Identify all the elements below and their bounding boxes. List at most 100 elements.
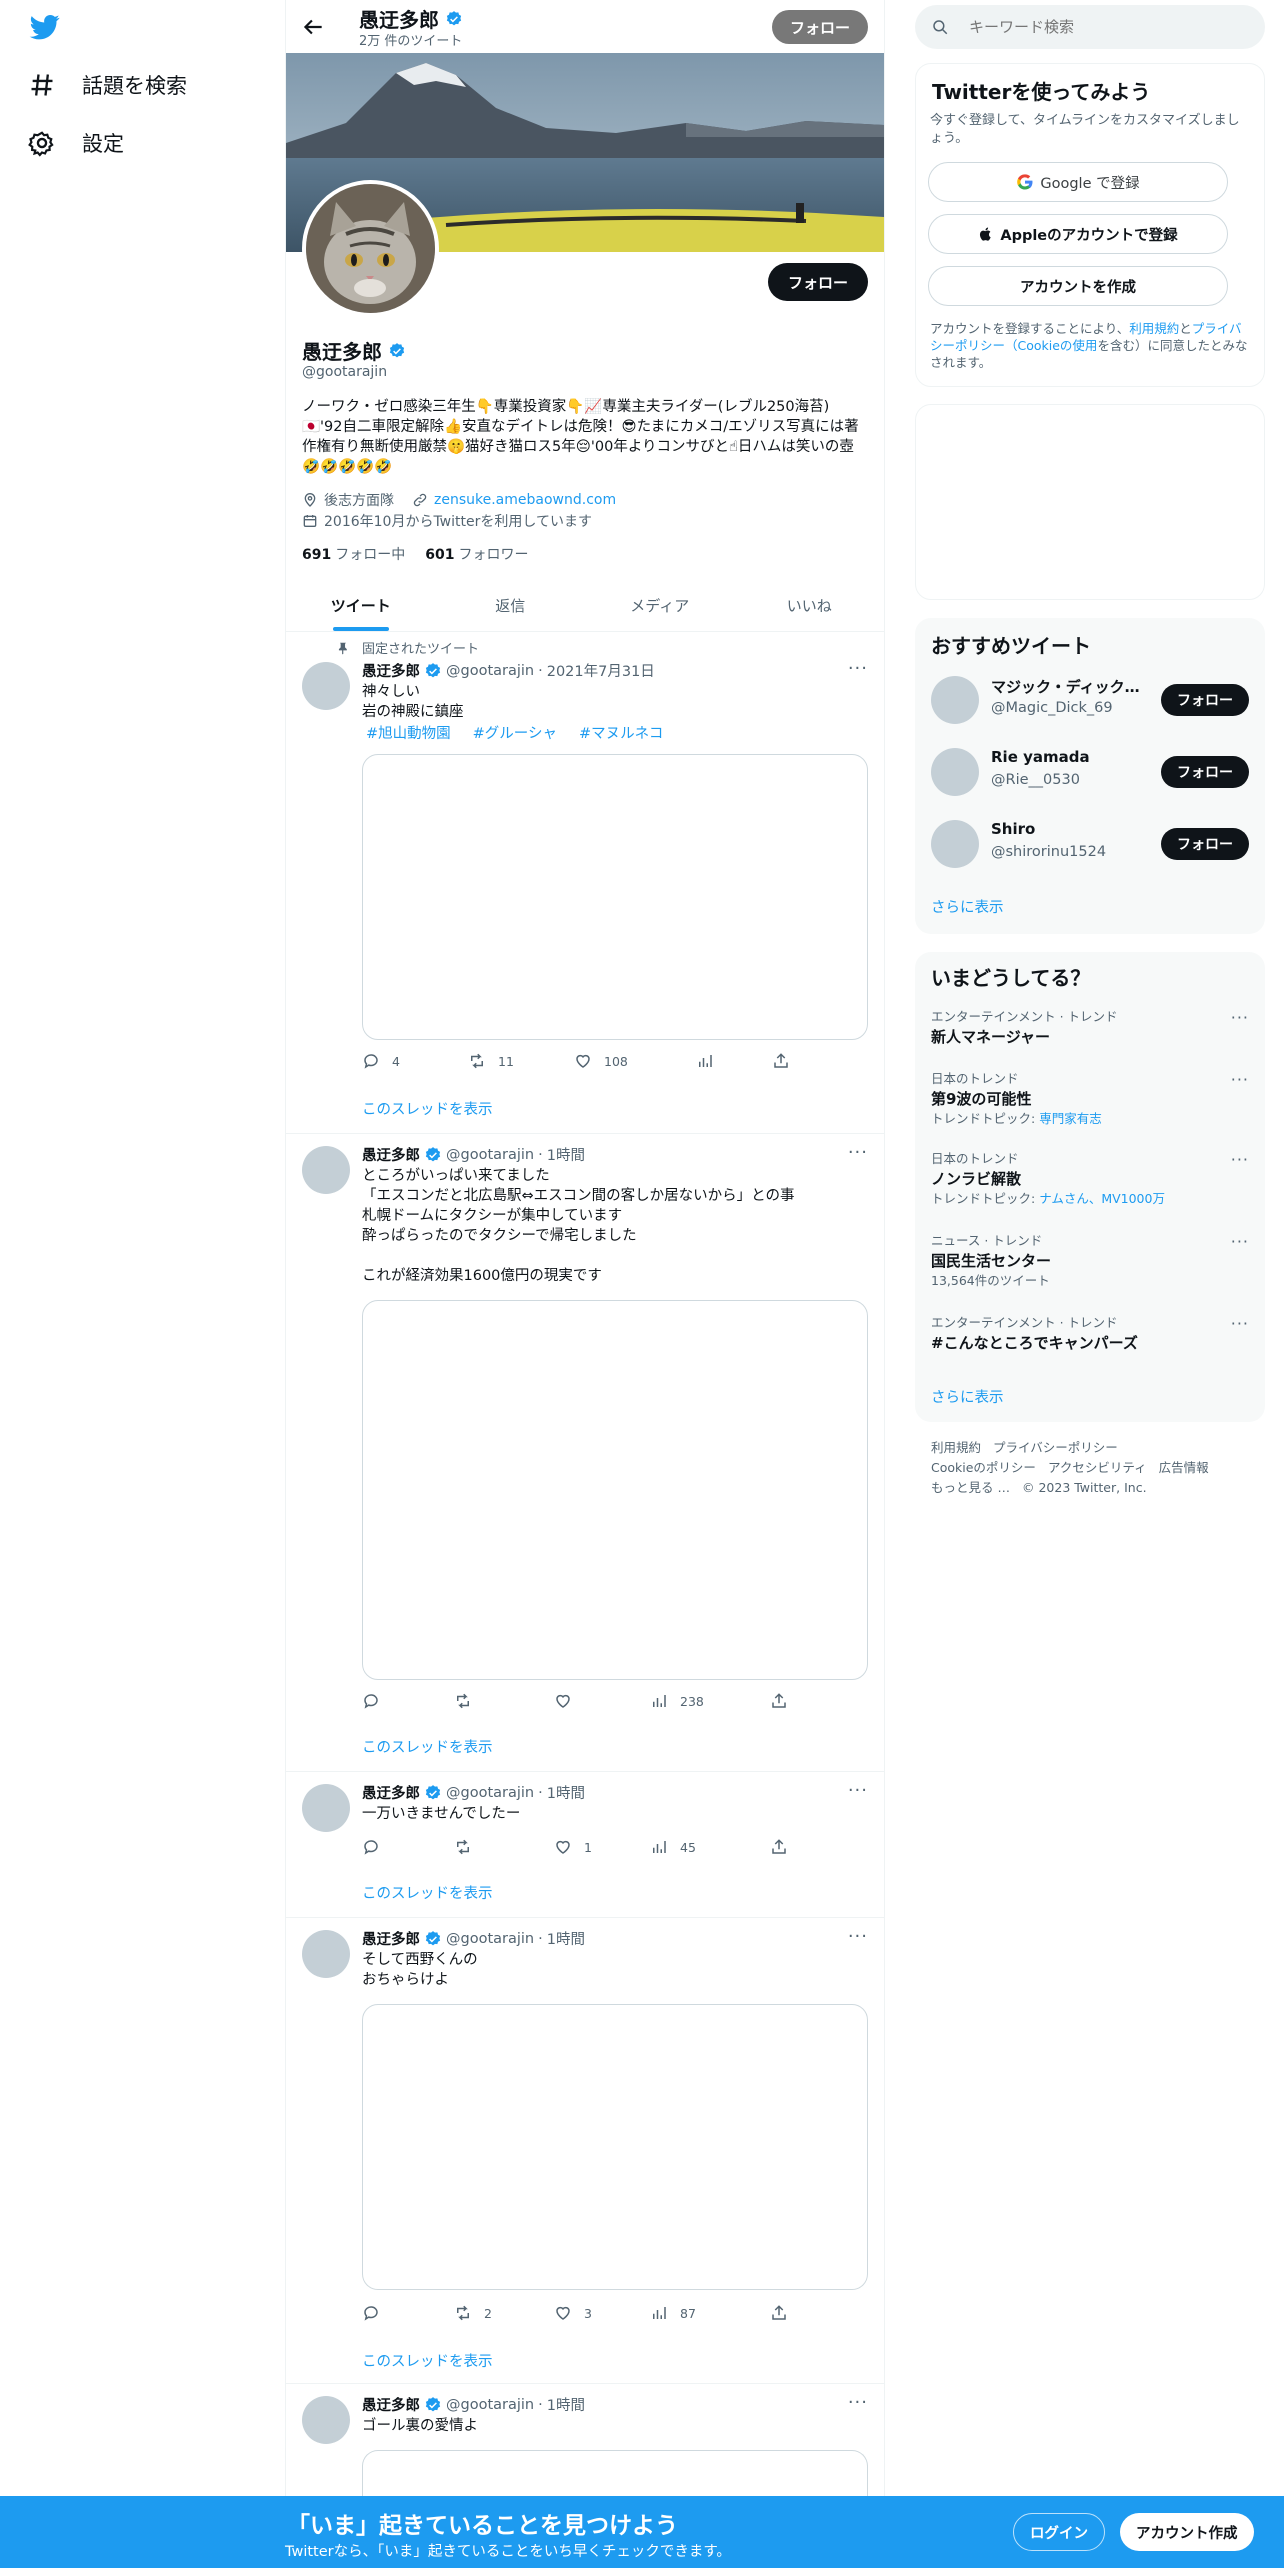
nav-explore[interactable]: 話題を検索 xyxy=(28,70,187,100)
footer-cookie[interactable]: Cookieのポリシー xyxy=(931,1460,1036,1475)
nav-settings[interactable]: 設定 xyxy=(28,128,124,158)
hashtag-link[interactable]: #旭山動物園 xyxy=(362,722,451,743)
views-button[interactable]: 87 xyxy=(650,2304,696,2322)
user-name[interactable]: Shiro xyxy=(991,820,1141,838)
tweet-time[interactable]: 1時間 xyxy=(547,1782,585,1803)
user-name[interactable]: Rie yamada xyxy=(991,748,1141,766)
tweet-time[interactable]: 2021年7月31日 xyxy=(547,660,655,681)
more-options-icon[interactable]: ··· xyxy=(1231,1314,1249,1333)
footer-privacy[interactable]: プライバシーポリシー xyxy=(993,1440,1118,1455)
recommended-user[interactable]: Rie yamada @Rie__0530 フォロー xyxy=(931,746,1249,798)
tweet-avatar[interactable] xyxy=(302,1930,350,1978)
tab-replies[interactable]: 返信 xyxy=(436,580,586,631)
share-button[interactable] xyxy=(772,1052,790,1070)
apple-signup-button[interactable]: Appleのアカウントで登録 xyxy=(928,214,1228,254)
footer-ads[interactable]: 広告情報 xyxy=(1159,1460,1209,1475)
trend-item[interactable]: エンターテインメント · トレンド #こんなところでキャンパーズ ··· xyxy=(931,1314,1249,1354)
like-button[interactable]: 3 xyxy=(554,2304,592,2322)
recommended-show-more[interactable]: さらに表示 xyxy=(931,896,1004,917)
trend-item[interactable]: 日本のトレンド 第9波の可能性 トレンドトピック: 専門家有志 ··· xyxy=(931,1070,1249,1128)
tweet-author-name[interactable]: 愚迂多郎 xyxy=(362,1144,420,1165)
tweet-media[interactable] xyxy=(362,1300,868,1680)
views-button[interactable]: 45 xyxy=(650,1838,696,1856)
show-thread-link[interactable]: このスレッドを表示 xyxy=(362,1736,493,1757)
retweet-button[interactable]: 11 xyxy=(468,1052,514,1070)
followers-stat[interactable]: 601 フォロワー xyxy=(425,544,528,564)
search-input[interactable] xyxy=(969,18,1229,36)
tweet-item[interactable]: 愚迂多郎 @gootarajin · 1時間 ··· ゴール裏の愛情よ xyxy=(286,2384,884,2510)
header-follow-button[interactable]: フォロー xyxy=(771,10,868,44)
more-options-icon[interactable]: ··· xyxy=(1231,1008,1249,1027)
more-options-icon[interactable]: ··· xyxy=(848,1926,868,1947)
follow-user-button[interactable]: フォロー xyxy=(1161,828,1249,860)
like-button[interactable] xyxy=(554,1692,584,1710)
recommended-user[interactable]: マジック・ディックの… @Magic_Dick_69 フォロー xyxy=(931,674,1249,726)
retweet-button[interactable] xyxy=(454,1692,484,1710)
tab-media[interactable]: メディア xyxy=(585,580,735,631)
google-signup-button[interactable]: Google で登録 xyxy=(928,162,1228,202)
show-thread-link[interactable]: このスレッドを表示 xyxy=(362,1882,493,1903)
more-options-icon[interactable]: ··· xyxy=(848,1780,868,1801)
tweet-author-name[interactable]: 愚迂多郎 xyxy=(362,660,420,681)
show-thread-link[interactable]: このスレッドを表示 xyxy=(362,1098,493,1119)
retweet-button[interactable]: 2 xyxy=(454,2304,492,2322)
tweet-item[interactable]: 愚迂多郎 @gootarajin · 1時間 ··· ところがいっぱい来てました… xyxy=(286,1134,884,1772)
tweet-author-name[interactable]: 愚迂多郎 xyxy=(362,2394,420,2415)
retweet-button[interactable] xyxy=(454,1838,484,1856)
like-button[interactable]: 108 xyxy=(574,1052,628,1070)
share-button[interactable] xyxy=(770,1838,788,1856)
user-name[interactable]: マジック・ディックの… xyxy=(991,676,1141,697)
login-button[interactable]: ログイン xyxy=(1013,2513,1105,2551)
footer-more[interactable]: もっと見る … xyxy=(931,1480,1010,1495)
tweet-author-name[interactable]: 愚迂多郎 xyxy=(362,1928,420,1949)
profile-follow-button[interactable]: フォロー xyxy=(767,263,868,301)
following-stat[interactable]: 691 フォロー中 xyxy=(302,544,405,564)
more-options-icon[interactable]: ··· xyxy=(848,1142,868,1163)
footer-terms[interactable]: 利用規約 xyxy=(931,1440,981,1455)
reply-button[interactable]: 4 xyxy=(362,1052,400,1070)
tweet-item[interactable]: 愚迂多郎 @gootarajin · 1時間 ··· 一万いきませんでしたー 1… xyxy=(286,1772,884,1918)
tweet-time[interactable]: 1時間 xyxy=(547,2394,585,2415)
reply-button[interactable] xyxy=(362,1838,392,1856)
create-account-button[interactable]: アカウントを作成 xyxy=(928,266,1228,306)
footer-accessibility[interactable]: アクセシビリティ xyxy=(1048,1460,1147,1475)
tweet-avatar[interactable] xyxy=(302,2396,350,2444)
more-options-icon[interactable]: ··· xyxy=(1231,1070,1249,1089)
tweet-avatar[interactable] xyxy=(302,662,350,710)
tweet-media[interactable] xyxy=(362,2004,868,2290)
views-button[interactable] xyxy=(696,1052,726,1070)
tab-tweets[interactable]: ツイート xyxy=(286,580,436,631)
follow-user-button[interactable]: フォロー xyxy=(1161,756,1249,788)
user-avatar[interactable] xyxy=(931,748,979,796)
user-avatar[interactable] xyxy=(931,676,979,724)
terms-link[interactable]: 利用規約 xyxy=(1129,321,1179,336)
more-options-icon[interactable]: ··· xyxy=(1231,1150,1249,1169)
share-button[interactable] xyxy=(770,2304,788,2322)
trend-topic-link[interactable]: ナムさん、MV1000万 xyxy=(1039,1191,1165,1206)
reply-button[interactable] xyxy=(362,1692,392,1710)
reply-button[interactable] xyxy=(362,2304,392,2322)
trend-item[interactable]: 日本のトレンド ノンラビ解散 トレンドトピック: ナムさん、MV1000万 ··… xyxy=(931,1150,1249,1208)
follow-user-button[interactable]: フォロー xyxy=(1161,684,1249,716)
views-button[interactable]: 238 xyxy=(650,1692,704,1710)
user-avatar[interactable] xyxy=(931,820,979,868)
hashtag-link[interactable]: #マヌルネコ xyxy=(575,722,663,743)
hashtag-link[interactable]: #グルーシャ xyxy=(469,722,557,743)
more-options-icon[interactable]: ··· xyxy=(1231,1232,1249,1251)
tweet-avatar[interactable] xyxy=(302,1784,350,1832)
like-button[interactable]: 1 xyxy=(554,1838,592,1856)
share-button[interactable] xyxy=(770,1692,788,1710)
tab-likes[interactable]: いいね xyxy=(735,580,885,631)
tweet-time[interactable]: 1時間 xyxy=(547,1928,585,1949)
tweet-item[interactable]: 愚迂多郎 @gootarajin · 1時間 ··· そして西野くんの おちゃら… xyxy=(286,1918,884,2384)
more-options-icon[interactable]: ··· xyxy=(848,658,868,679)
more-options-icon[interactable]: ··· xyxy=(848,2392,868,2413)
search-box[interactable] xyxy=(915,5,1265,49)
tweet-item[interactable]: 愚迂多郎 @gootarajin · 2021年7月31日 ··· 神々しい 岩… xyxy=(286,632,884,1134)
twitter-logo-icon[interactable] xyxy=(28,12,62,42)
back-arrow-icon[interactable] xyxy=(300,14,326,40)
trend-topic-link[interactable]: 専門家有志 xyxy=(1039,1111,1102,1126)
trends-show-more[interactable]: さらに表示 xyxy=(931,1386,1004,1407)
tweet-author-name[interactable]: 愚迂多郎 xyxy=(362,1782,420,1803)
tweet-media[interactable] xyxy=(362,754,868,1040)
